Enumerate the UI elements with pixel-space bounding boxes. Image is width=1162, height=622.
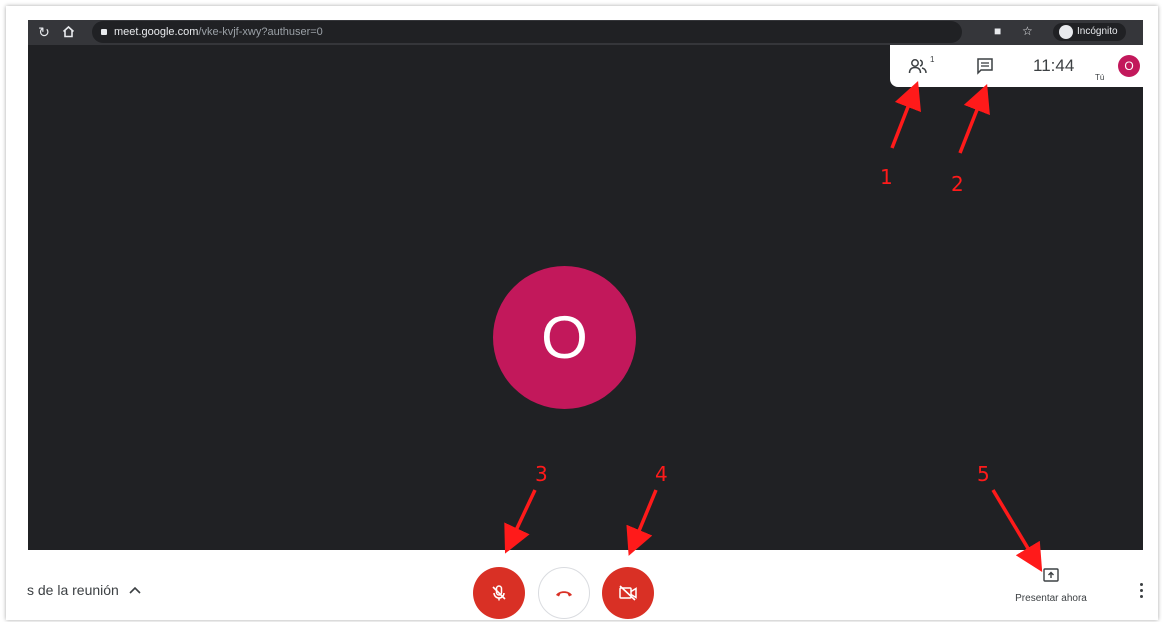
- meeting-details-label: s de la reunión: [27, 582, 119, 598]
- chat-icon: [977, 58, 993, 75]
- mic-toggle-button[interactable]: [473, 567, 525, 619]
- address-bar[interactable]: meet.google.com/vke-kvjf-xwy?authuser=0: [92, 21, 962, 43]
- meeting-time: 11:44: [1033, 56, 1075, 75]
- you-label: Tú: [1095, 73, 1105, 82]
- home-icon[interactable]: [60, 25, 76, 41]
- people-button[interactable]: [906, 54, 930, 78]
- self-avatar[interactable]: O: [1118, 55, 1140, 77]
- people-count: 1: [930, 55, 935, 64]
- annotation-label-2: 2: [951, 172, 964, 196]
- hang-up-button[interactable]: [538, 567, 590, 619]
- chat-button[interactable]: [973, 54, 997, 78]
- more-dot: [1139, 595, 1143, 598]
- meeting-stage: O 1 11:44 Tú O: [28, 45, 1143, 550]
- phone-hangup-icon: [556, 591, 572, 597]
- incognito-icon: [1059, 25, 1073, 39]
- browser-toolbar: ↻ meet.google.com/vke-kvjf-xwy?authuser=…: [28, 20, 1143, 45]
- more-dot: [1139, 589, 1143, 592]
- bottom-control-bar: s de la reunión Presentar ahora: [6, 550, 1158, 620]
- present-now-label: Presentar ahora: [1015, 593, 1087, 604]
- lock-icon[interactable]: [101, 29, 107, 35]
- chevron-up-icon: [129, 586, 141, 594]
- people-icon: [908, 59, 927, 74]
- star-icon[interactable]: ☆: [1022, 24, 1033, 38]
- annotation-label-1: 1: [880, 165, 893, 189]
- camera-off-icon: [619, 585, 637, 601]
- meeting-info-panel: 1 11:44 Tú O: [890, 45, 1143, 87]
- annotation-label-5: 5: [977, 462, 990, 486]
- url-host: meet.google.com: [114, 26, 199, 38]
- incognito-badge[interactable]: Incógnito: [1053, 23, 1126, 41]
- meeting-details-button[interactable]: s de la reunión: [27, 582, 141, 598]
- more-options-button[interactable]: [1136, 580, 1146, 600]
- mic-off-icon: [492, 585, 506, 601]
- annotation-label-4: 4: [655, 462, 668, 486]
- present-now-button[interactable]: Presentar ahora: [1006, 568, 1096, 604]
- camera-blocked-icon[interactable]: ■: [994, 24, 1001, 38]
- more-options-icon: [1139, 583, 1143, 586]
- camera-toggle-button[interactable]: [602, 567, 654, 619]
- participant-avatar: O: [493, 266, 636, 409]
- incognito-label: Incógnito: [1077, 26, 1118, 37]
- present-screen-icon: [1043, 568, 1059, 582]
- annotation-label-3: 3: [535, 462, 548, 486]
- reload-icon[interactable]: ↻: [36, 24, 52, 41]
- url-path: /vke-kvjf-xwy?authuser=0: [198, 26, 323, 38]
